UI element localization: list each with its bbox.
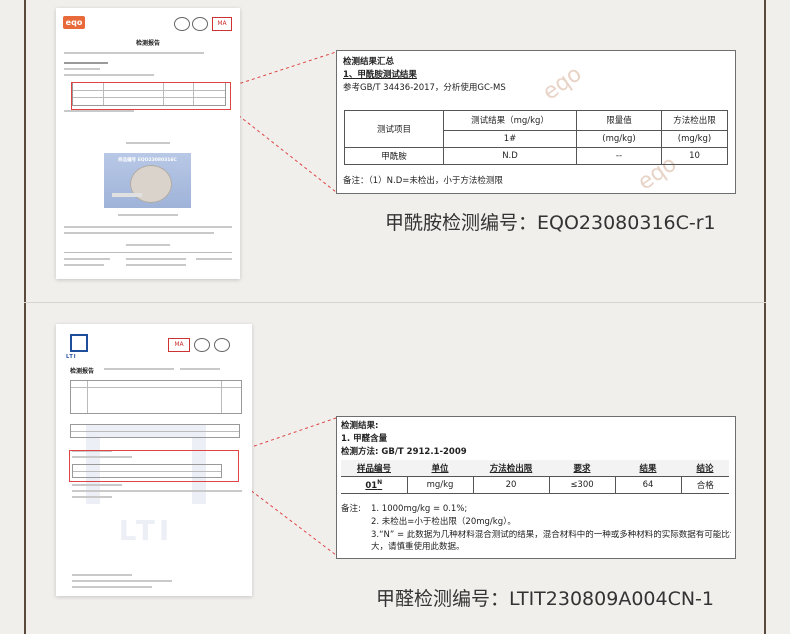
text-line [126, 264, 186, 266]
header-detection-unit: (mg/kg) [661, 129, 728, 149]
text-line [104, 368, 174, 370]
text-line [196, 258, 232, 260]
cell-sample-id: 01N [341, 476, 408, 494]
note-2: 2. 未检出=小于检出限（20mg/kg）。 [371, 517, 516, 527]
cell-requirement: ≤300 [548, 476, 616, 494]
cell-item: 甲酰胺 [344, 147, 444, 165]
header-unit: 单位 [407, 460, 473, 477]
sample-photo-item [130, 165, 172, 203]
text-line [64, 74, 154, 76]
report-title: 检测报告 [70, 368, 95, 375]
header-sample-id: 1# [443, 129, 577, 149]
sample-photo-ruler [112, 193, 142, 197]
cnas-seal-icon [174, 17, 190, 31]
text-line [64, 110, 134, 112]
header-sample-id: 样品编号 [341, 460, 407, 477]
footer-rule [64, 252, 232, 253]
method-reference: 检测方法: GB/T 2912.1-2009 [341, 447, 467, 457]
text-line [72, 586, 152, 588]
text-line [72, 580, 172, 582]
lti-logo-text: LTI [66, 354, 77, 360]
connector-line-1b [228, 107, 337, 193]
cma-logo-icon: MA [168, 338, 190, 352]
formaldehyde-report-caption: 甲醛检测编号：LTIT230809A004CN-1 [376, 588, 715, 610]
report-title: 检测报告 [135, 40, 160, 47]
cell-sample-id-value: 01 [365, 480, 378, 491]
header-detection-limit: 方法检出限 [473, 460, 549, 477]
results-subheading: 1、甲酰胺测试结果 [343, 70, 417, 80]
section-divider [24, 302, 766, 303]
lti-watermark-text: LTI [118, 514, 174, 547]
highlight-box-2 [69, 450, 239, 482]
text-line [72, 496, 112, 498]
ilac-seal-icon [192, 17, 208, 31]
text-line [64, 258, 110, 260]
left-border-rule [24, 0, 26, 634]
header-result: 结果 [615, 460, 681, 477]
note-3: 3.“N” = 此数据为几种材料混合测试的结果，混合材料中的一种或多种材料的实际… [371, 530, 731, 540]
text-line [64, 226, 232, 228]
lti-logo-icon [70, 334, 88, 352]
formamide-results-table: 测试项目 测试结果（mg/kg） 限量值 方法检出限 1# (mg/kg) (m… [344, 110, 728, 165]
table-row: 样品编号 单位 方法检出限 要求 结果 结论 [341, 460, 729, 477]
method-reference: 参考GB/T 34436-2017，分析使用GC-MS [343, 83, 506, 93]
text-line [64, 232, 214, 234]
header-conclusion: 结论 [681, 460, 729, 477]
text-line [126, 142, 170, 144]
eqo-watermark: eqo [538, 61, 587, 106]
mini-sample-table [70, 424, 240, 438]
cell-limit: -- [576, 147, 662, 165]
header-detection-limit: 方法检出限 [661, 110, 728, 131]
mini-info-table [70, 380, 242, 414]
text-line [64, 264, 104, 266]
header-test-result: 测试结果（mg/kg） [443, 110, 577, 131]
text-line [72, 484, 122, 486]
report-thumbnail-eqo[interactable]: eqo MA 检测报告 样品编号 EQO23080316C [56, 8, 240, 279]
formaldehyde-results-table: 样品编号 单位 方法检出限 要求 结果 结论 01N mg/kg 20 ≤300… [341, 460, 729, 494]
table-row: 甲酰胺 N.D -- 10 [344, 147, 728, 165]
text-line [64, 52, 204, 54]
formamide-results-callout: eqo eqo 检测结果汇总 1、甲酰胺测试结果 参考GB/T 34436-20… [336, 50, 736, 195]
right-border-rule [764, 0, 766, 634]
ilac-seal-icon [214, 338, 230, 352]
cell-detection-limit: 10 [661, 147, 728, 165]
sample-photo: 样品编号 EQO23080316C [104, 153, 191, 208]
text-line [118, 214, 178, 216]
text-line [180, 368, 220, 370]
eqo-logo: eqo [63, 16, 85, 29]
sample-photo-label: 样品编号 EQO23080316C [118, 158, 177, 163]
results-subheading: 1. 甲醛含量 [341, 434, 388, 444]
cell-conclusion: 合格 [680, 476, 729, 494]
note-label: 备注: [341, 504, 361, 514]
text-line [126, 244, 170, 246]
cell-unit: mg/kg [406, 476, 474, 494]
page-frame: eqo MA 检测报告 样品编号 EQO23080316C eqo eqo 检测… [0, 0, 790, 634]
cell-result: N.D [443, 147, 577, 165]
formamide-report-caption: 甲酰胺检测编号：EQO23080316C-r1 [385, 212, 716, 234]
cell-result: 64 [614, 476, 682, 494]
results-note: 备注：（1）N.D=未检出，小于方法检测限 [343, 176, 503, 186]
cell-sample-id-sup: N [377, 479, 383, 487]
text-line [64, 68, 100, 70]
cnas-seal-icon [194, 338, 210, 352]
results-heading: 检测结果汇总 [343, 57, 395, 67]
text-line [72, 574, 132, 576]
table-row: 测试项目 测试结果（mg/kg） 限量值 方法检出限 [344, 110, 728, 148]
text-line [126, 258, 186, 260]
header-limit: 限量值 [576, 110, 662, 131]
highlight-box-1 [71, 82, 231, 110]
cell-detection-limit: 20 [472, 476, 550, 494]
header-limit-unit: (mg/kg) [576, 129, 662, 149]
table-row: 01N mg/kg 20 ≤300 64 合格 [341, 476, 729, 494]
text-line [72, 490, 242, 492]
header-requirement: 要求 [549, 460, 615, 477]
text-line [64, 62, 108, 64]
connector-line-1a [228, 51, 337, 88]
note-1: 1. 1000mg/kg = 0.1%; [371, 504, 468, 514]
cma-logo-icon: MA [212, 17, 232, 31]
header-test-item: 测试项目 [344, 110, 444, 148]
results-heading: 检测结果: [341, 421, 379, 431]
formaldehyde-results-callout: 检测结果: 1. 甲醛含量 检测方法: GB/T 2912.1-2009 样品编… [336, 416, 736, 559]
note-3-continued: 大，请慎重使用此数据。 [371, 542, 465, 552]
